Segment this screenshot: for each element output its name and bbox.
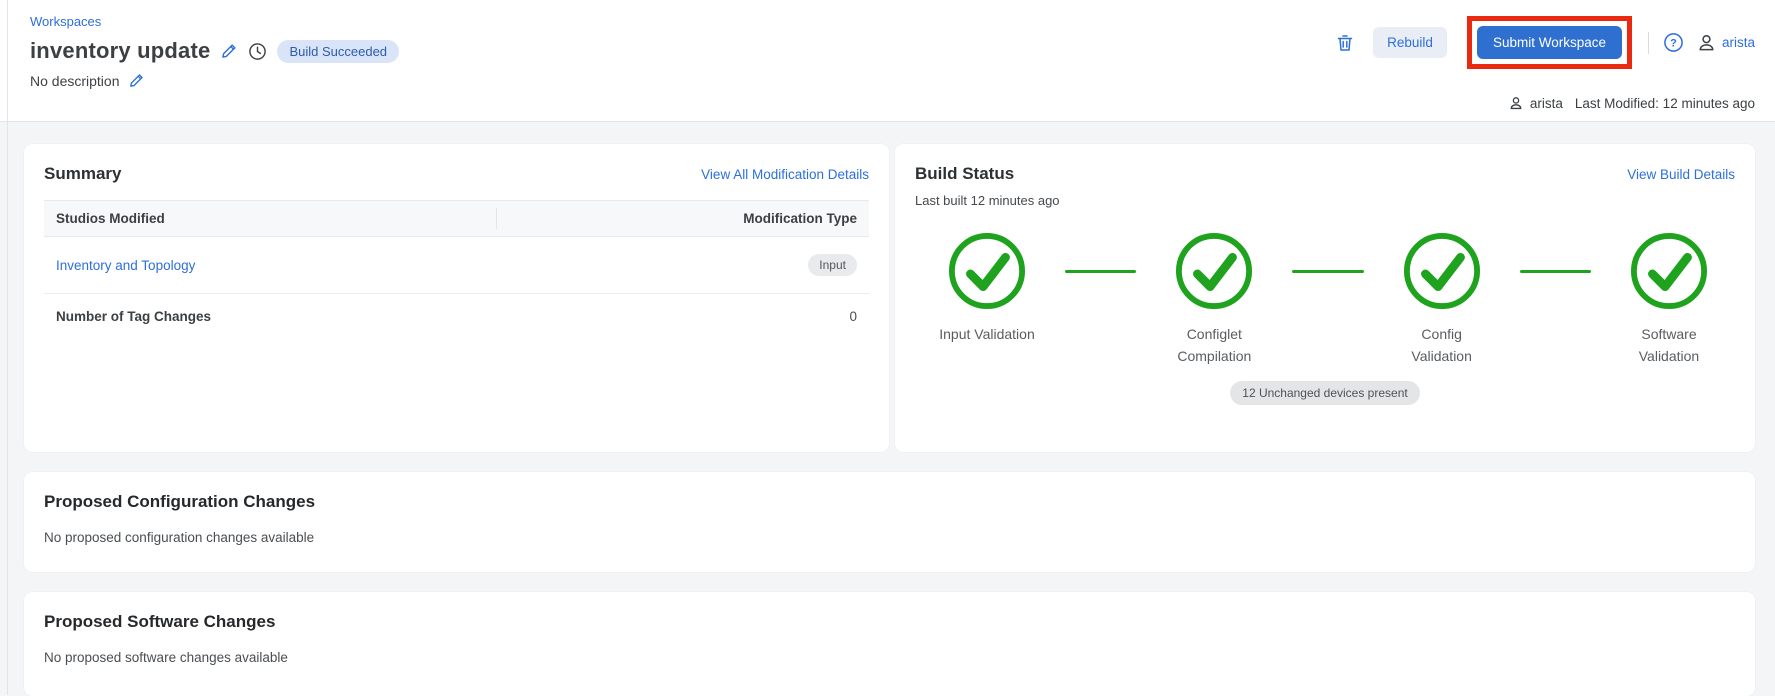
description-text: No description: [30, 73, 120, 89]
success-check-icon: [948, 232, 1026, 310]
workspace-page: Workspaces inventory update Build Succee…: [0, 0, 1775, 695]
summary-table-header: Studios Modified Modification Type: [44, 200, 869, 237]
pipeline-connector: [1292, 270, 1363, 273]
pipeline-step: Software Validation: [1617, 232, 1721, 367]
build-status-title: Build Status: [915, 164, 1014, 184]
pipeline-step: Configlet Compilation: [1162, 232, 1266, 367]
help-icon[interactable]: ?: [1663, 32, 1684, 53]
view-build-details-link[interactable]: View Build Details: [1627, 167, 1735, 182]
left-rail-divider: [7, 0, 8, 695]
proposed-software-changes-card: Proposed Software Changes No proposed so…: [24, 592, 1755, 696]
pipeline-connector: [1065, 270, 1136, 273]
user-menu-label[interactable]: arista: [1722, 35, 1755, 50]
last-modified-row: arista Last Modified: 12 minutes ago: [1508, 95, 1755, 111]
modified-by-user: arista: [1530, 96, 1563, 111]
table-row: Inventory and Topology Input: [44, 237, 869, 294]
build-status-card: Build Status View Build Details Last bui…: [895, 144, 1755, 452]
tag-changes-value: 0: [497, 309, 857, 324]
page-header: Workspaces inventory update Build Succee…: [0, 0, 1775, 122]
submit-workspace-area: Submit Workspace: [1467, 16, 1632, 69]
summary-title: Summary: [44, 164, 121, 184]
pipeline-step: Input Validation: [935, 232, 1039, 345]
proposed-config-title: Proposed Configuration Changes: [44, 492, 1735, 512]
step-label: Input Validation: [939, 323, 1035, 345]
studio-link[interactable]: Inventory and Topology: [56, 258, 195, 273]
tag-changes-label: Number of Tag Changes: [56, 309, 497, 324]
unchanged-devices-badge: 12 Unchanged devices present: [1230, 381, 1419, 405]
edit-title-icon[interactable]: [220, 42, 238, 60]
proposed-config-empty-text: No proposed configuration changes availa…: [44, 530, 1735, 545]
proposed-config-changes-card: Proposed Configuration Changes No propos…: [24, 472, 1755, 572]
edit-description-icon[interactable]: [128, 72, 145, 89]
proposed-software-title: Proposed Software Changes: [44, 612, 1735, 632]
column-studios-modified: Studios Modified: [56, 208, 497, 229]
summary-card: Summary View All Modification Details St…: [24, 144, 889, 452]
header-right: Rebuild Submit Workspace ?: [1335, 10, 1755, 121]
last-modified-text: Last Modified: 12 minutes ago: [1575, 96, 1755, 111]
submit-workspace-button[interactable]: Submit Workspace: [1477, 26, 1622, 59]
history-clock-icon[interactable]: [248, 42, 267, 61]
status-badge: Build Succeeded: [277, 40, 399, 63]
pipeline-connector: [1520, 270, 1591, 273]
view-all-modification-details-link[interactable]: View All Modification Details: [701, 167, 869, 182]
page-content: Summary View All Modification Details St…: [0, 122, 1775, 696]
pipeline-step: Config Validation: [1390, 232, 1494, 367]
success-check-icon: [1175, 232, 1253, 310]
build-pipeline: Input Validation Configlet Compilation: [915, 232, 1735, 367]
page-title: inventory update: [30, 38, 210, 64]
svg-text:?: ?: [1670, 38, 1677, 50]
header-divider: [1648, 32, 1649, 54]
breadcrumb[interactable]: Workspaces: [30, 14, 399, 29]
column-modification-type: Modification Type: [497, 211, 857, 226]
step-label: Software Validation: [1621, 323, 1717, 367]
last-built-text: Last built 12 minutes ago: [915, 193, 1735, 208]
step-label: Config Validation: [1394, 323, 1490, 367]
modified-by-user-icon: [1508, 95, 1524, 111]
user-avatar-icon[interactable]: [1696, 32, 1717, 53]
delete-workspace-icon[interactable]: [1335, 33, 1355, 53]
proposed-software-empty-text: No proposed software changes available: [44, 650, 1735, 665]
rebuild-button[interactable]: Rebuild: [1373, 27, 1447, 58]
header-left: Workspaces inventory update Build Succee…: [30, 10, 399, 121]
summary-table: Studios Modified Modification Type Inven…: [44, 200, 869, 339]
success-check-icon: [1630, 232, 1708, 310]
tag-changes-row: Number of Tag Changes 0: [44, 294, 869, 339]
step-label: Configlet Compilation: [1166, 323, 1262, 367]
success-check-icon: [1403, 232, 1481, 310]
modification-type-badge: Input: [808, 254, 857, 276]
